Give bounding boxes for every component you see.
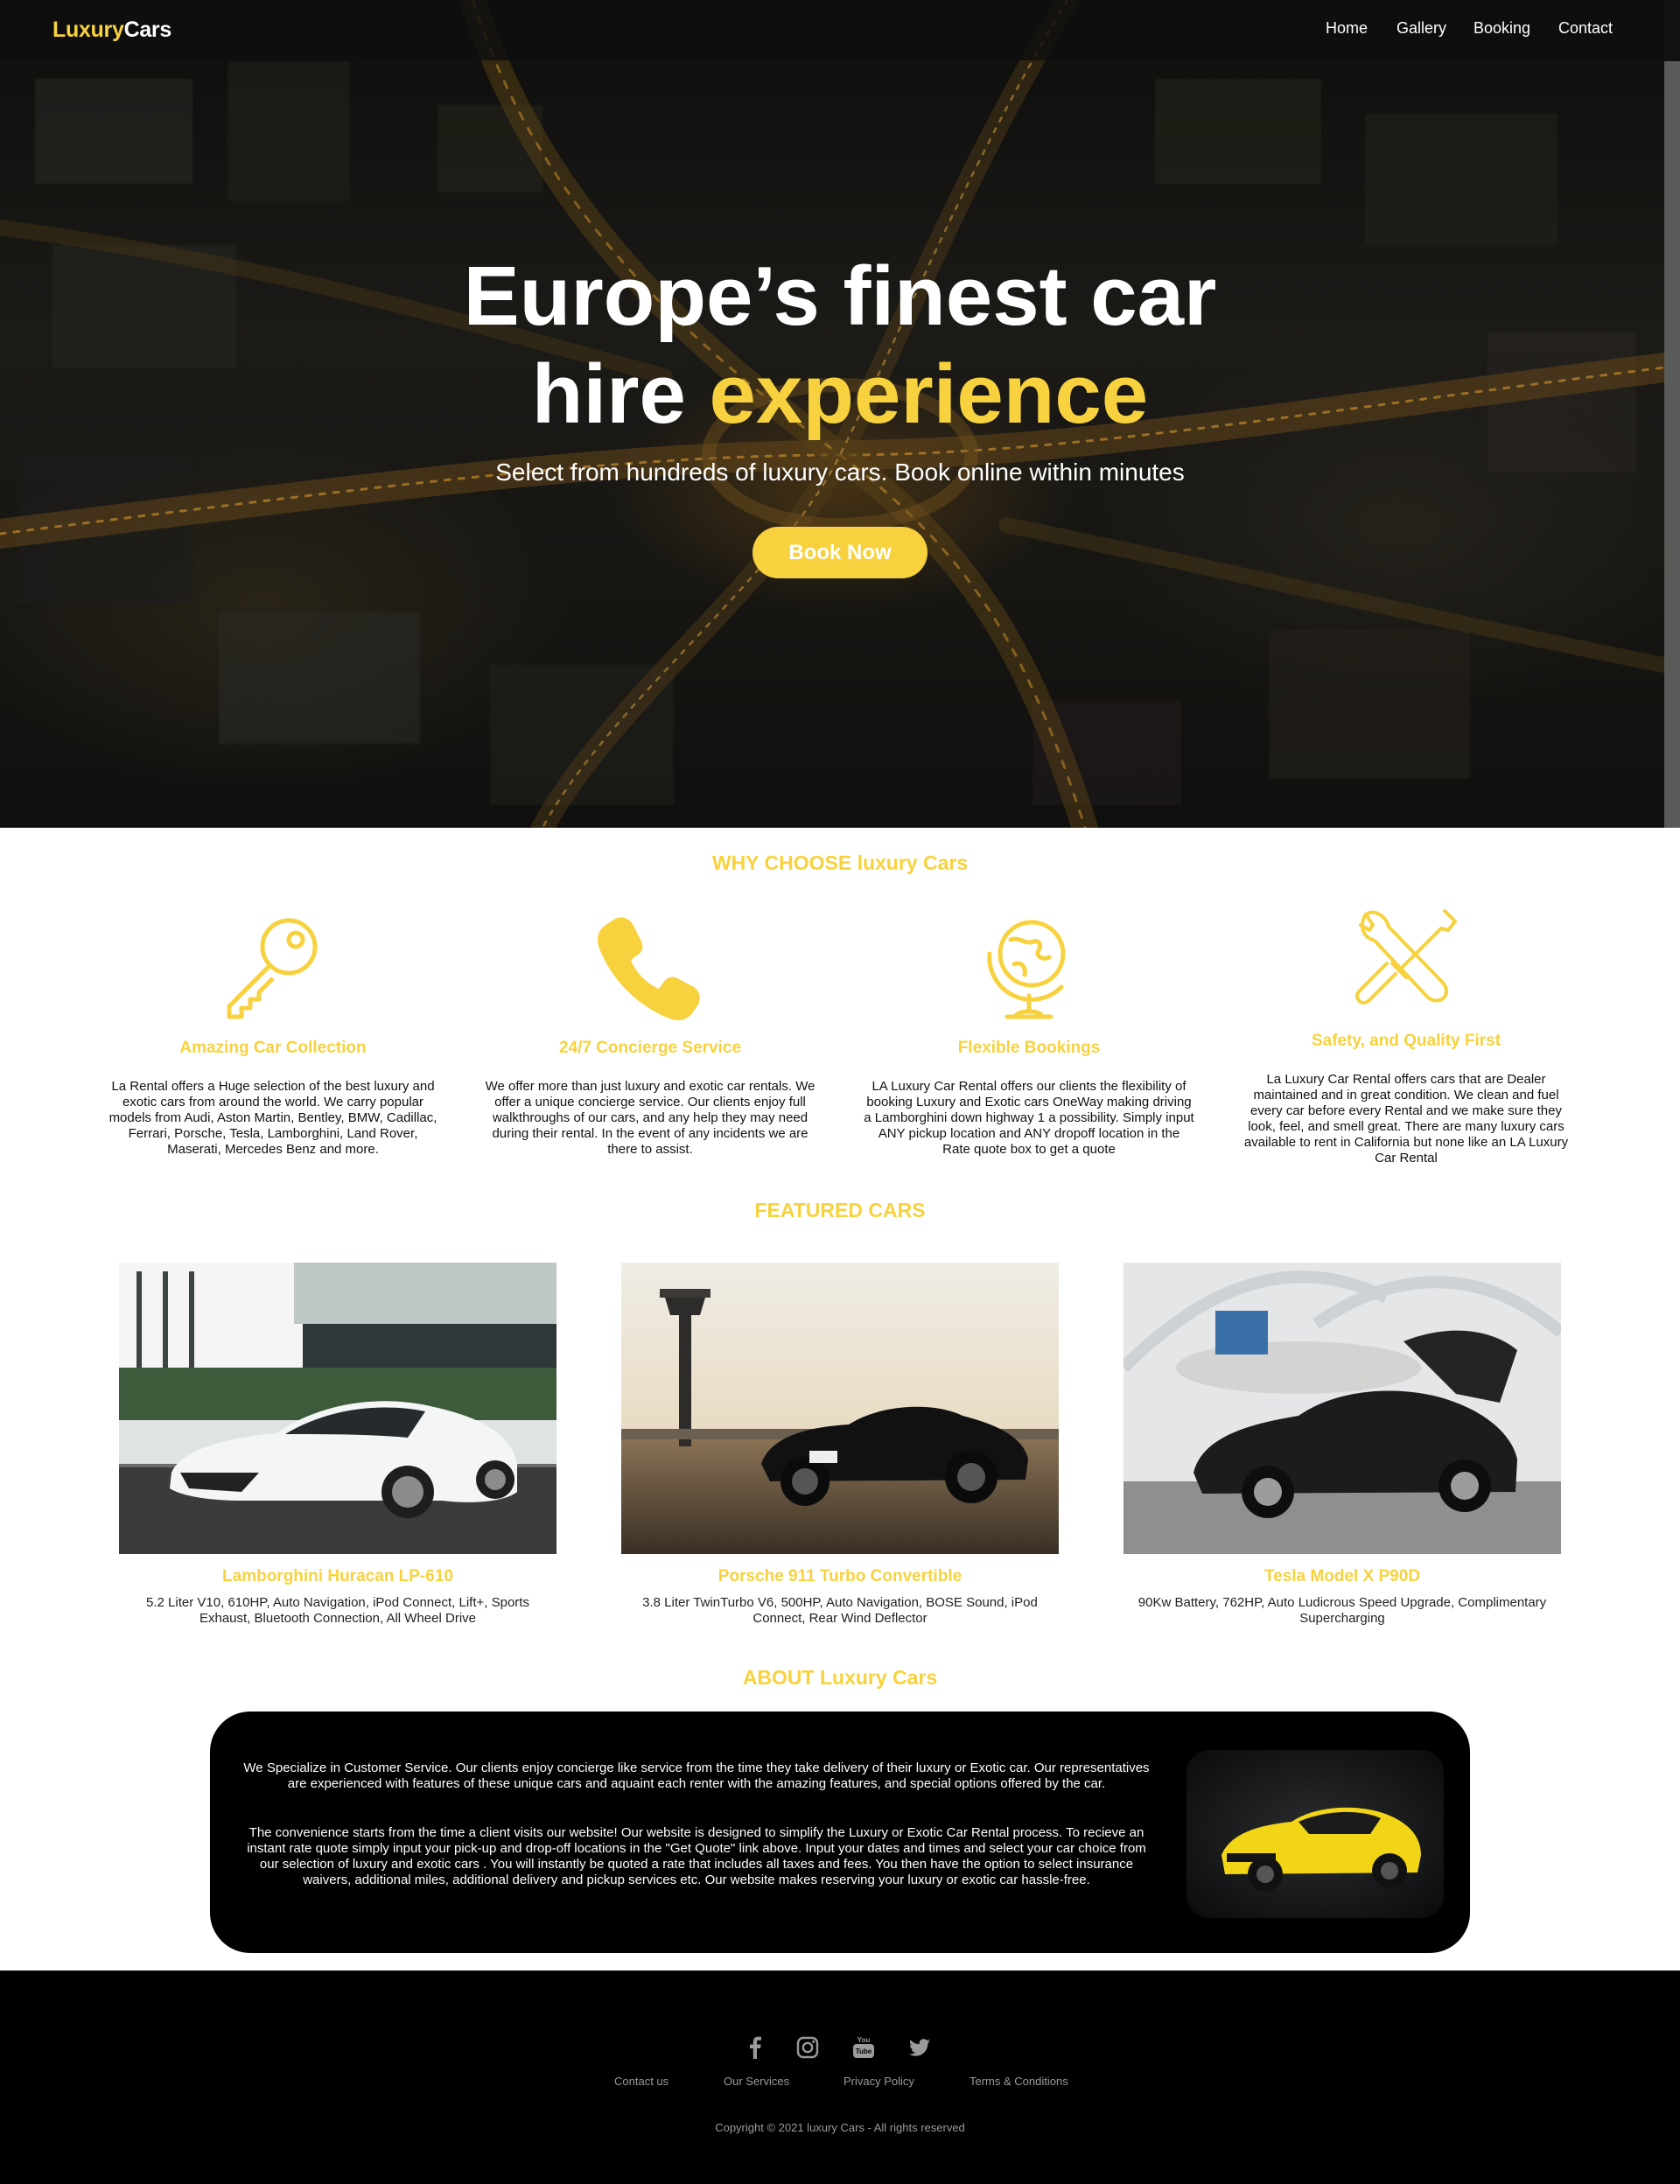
feature-title: 24/7 Concierge Service: [558, 1039, 742, 1057]
feature-text: We offer more than just luxury and exoti…: [485, 1079, 816, 1157]
hero-title-line2: hire experience: [0, 346, 1680, 444]
feature-text: La Rental offers a Huge selection of the…: [108, 1079, 438, 1157]
feature-title: Amazing Car Collection: [179, 1039, 367, 1057]
nav-link-contact[interactable]: Contact: [1558, 19, 1613, 38]
hero-title-highlight: experience: [709, 347, 1149, 441]
site-footer: You Tube Contact us Our Services Privacy…: [0, 1970, 1680, 2184]
car-name[interactable]: Tesla Model X P90D: [1124, 1567, 1561, 1586]
twitter-icon[interactable]: [907, 2035, 932, 2060]
footer-link-contact[interactable]: Contact us: [614, 2075, 668, 2088]
globe-icon: [987, 920, 1066, 1019]
brand-logo-part1: Luxury: [52, 18, 124, 42]
tesla-image[interactable]: [1124, 1263, 1561, 1554]
hero-title-line1: Europe’s finest car: [463, 249, 1217, 343]
car-name[interactable]: Lamborghini Huracan LP-610: [119, 1567, 556, 1586]
book-now-button[interactable]: Book Now: [752, 527, 928, 578]
phone-icon: [598, 917, 700, 1020]
feature-text: La Luxury Car Rental offers cars that ar…: [1243, 1072, 1569, 1166]
car-specs: 3.8 Liter TwinTurbo V6, 500HP, Auto Navi…: [642, 1595, 1038, 1626]
nav-link-gallery[interactable]: Gallery: [1396, 19, 1446, 38]
youtube-icon[interactable]: You Tube: [851, 2035, 876, 2060]
nav-link-home[interactable]: Home: [1326, 19, 1368, 38]
feature-title: Safety, and Quality First: [1311, 1032, 1502, 1050]
scrollbar-track-top: [1664, 0, 1680, 61]
footer-link-terms[interactable]: Terms & Conditions: [970, 2075, 1068, 2088]
hero-section: LuxuryCars Home Gallery Booking Contact …: [0, 0, 1680, 828]
about-paragraph-1: We Specialize in Customer Service. Our c…: [243, 1760, 1150, 1791]
footer-link-privacy[interactable]: Privacy Policy: [844, 2075, 914, 2088]
about-title: ABOUT Luxury Cars: [742, 1666, 938, 1689]
hero-title-plain: hire: [531, 347, 710, 441]
svg-text:You: You: [858, 2036, 871, 2044]
featured-cars-title: FEATURED CARS: [754, 1199, 926, 1222]
scrollbar-thumb[interactable]: [1664, 61, 1680, 828]
instagram-icon[interactable]: [795, 2035, 820, 2060]
car-specs: 90Kw Battery, 762HP, Auto Ludicrous Spee…: [1138, 1595, 1547, 1626]
about-panel: We Specialize in Customer Service. Our c…: [210, 1712, 1470, 1953]
tools-icon: [1354, 909, 1457, 1004]
key-icon: [227, 918, 318, 1019]
porsche-image[interactable]: [621, 1263, 1059, 1554]
footer-link-services[interactable]: Our Services: [724, 2075, 789, 2088]
brand-logo[interactable]: LuxuryCars: [52, 18, 172, 43]
about-paragraph-2: The convenience starts from the time a c…: [247, 1825, 1146, 1887]
car-name[interactable]: Porsche 911 Turbo Convertible: [621, 1567, 1059, 1586]
feature-text: LA Luxury Car Rental offers our clients …: [864, 1079, 1194, 1157]
copyright-text: Copyright © 2021 luxury Cars - All right…: [715, 2121, 965, 2134]
feature-title: Flexible Bookings: [957, 1039, 1101, 1057]
lamborghini-urus-image: [1186, 1750, 1444, 1918]
hero-subtitle: Select from hundreds of luxury cars. Boo…: [495, 458, 1185, 486]
svg-text:Tube: Tube: [856, 2048, 872, 2055]
top-navbar: LuxuryCars Home Gallery Booking Contact: [0, 0, 1664, 60]
brand-logo-part2: Cars: [123, 18, 172, 42]
why-choose-title: WHY CHOOSE luxury Cars: [711, 851, 969, 874]
lamborghini-image[interactable]: [119, 1263, 556, 1554]
facebook-icon[interactable]: [743, 2035, 767, 2060]
car-specs: 5.2 Liter V10, 610HP, Auto Navigation, i…: [146, 1595, 529, 1626]
nav-link-booking[interactable]: Booking: [1474, 19, 1530, 38]
